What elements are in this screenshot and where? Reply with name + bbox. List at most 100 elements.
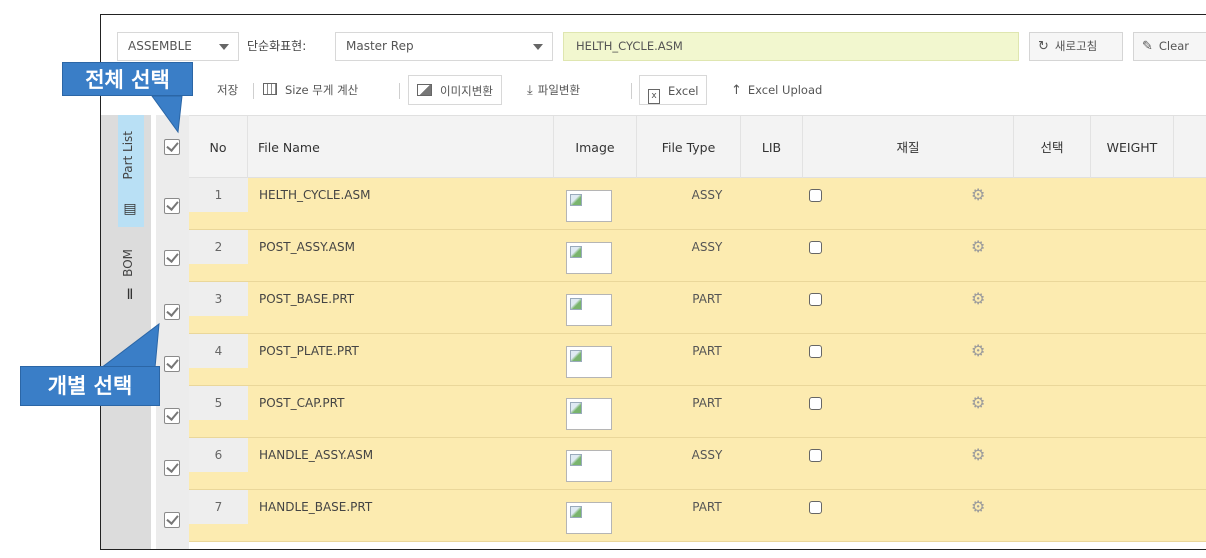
gear-icon[interactable]: ⚙ — [971, 282, 985, 316]
col-image[interactable]: Image — [554, 116, 637, 179]
filter-bar: ASSEMBLE 단순화표현: Master Rep HELTH_CYCLE.A… — [101, 15, 1206, 65]
row-checkbox-3[interactable] — [164, 304, 180, 320]
toolbar-divider — [399, 83, 400, 99]
row-file-name[interactable]: HANDLE_ASSY.ASM — [259, 438, 373, 472]
table-row[interactable]: 5 POST_CAP.PRT PART ⚙ — [189, 386, 1206, 438]
row-checkbox-7[interactable] — [164, 512, 180, 528]
col-file-name[interactable]: File Name — [248, 116, 554, 179]
refresh-icon: ↻ — [1038, 39, 1049, 54]
file-convert-button[interactable]: ⤓ 파일변환 — [527, 75, 580, 105]
grid-header: No File Name Image File Type LIB 재질 선택 W… — [189, 115, 1206, 179]
col-select[interactable]: 선택 — [1014, 116, 1091, 179]
excel-label: Excel — [668, 84, 699, 98]
rep-select[interactable]: Master Rep — [335, 32, 553, 61]
row-number: 7 — [189, 490, 248, 524]
save-label: 저장 — [217, 83, 239, 97]
table-row[interactable]: 7 HANDLE_BASE.PRT PART ⚙ — [189, 490, 1206, 542]
row-file-name[interactable]: HELTH_CYCLE.ASM — [259, 178, 370, 212]
col-model-size[interactable]: MODEL SIZE — [1174, 116, 1206, 179]
toolbar-divider — [631, 83, 632, 99]
toolbar-divider — [253, 83, 254, 99]
size-weight-button[interactable]: Size 무게 계산 — [263, 75, 358, 105]
size-weight-label: Size 무게 계산 — [285, 83, 359, 97]
tab-part-list-label: Part List — [121, 131, 135, 180]
lib-checkbox[interactable] — [809, 293, 822, 306]
image-convert-button[interactable]: 이미지변환 — [408, 75, 502, 105]
list-icon: ▤ — [123, 201, 137, 217]
type-select-value: ASSEMBLE — [128, 39, 192, 53]
gear-icon[interactable]: ⚙ — [971, 334, 985, 368]
table-row[interactable]: 1 HELTH_CYCLE.ASM ASSY ⚙ — [189, 178, 1206, 230]
picture-icon — [417, 84, 432, 96]
lib-checkbox[interactable] — [809, 501, 822, 514]
row-file-type: PART — [692, 500, 722, 514]
row-number: 1 — [189, 178, 248, 212]
download-icon: ⤓ — [527, 83, 533, 98]
callout-select-all: 전체 선택 — [62, 62, 193, 96]
toolbar: 저장 Size 무게 계산 이미지변환 ⤓ 파일변환 x Excel ↑ Excel … — [101, 75, 1206, 111]
row-file-name[interactable]: POST_BASE.PRT — [259, 282, 354, 316]
clear-button[interactable]: ✎ Clear — [1133, 32, 1206, 61]
gear-icon[interactable]: ⚙ — [971, 490, 985, 524]
gear-icon[interactable]: ⚙ — [971, 438, 985, 472]
callout-select-each: 개별 선택 — [20, 366, 160, 406]
row-file-name[interactable]: POST_PLATE.PRT — [259, 334, 359, 368]
arrow-up-icon: ↑ — [731, 83, 742, 98]
gear-icon[interactable]: ⚙ — [971, 386, 985, 420]
row-checkbox-4[interactable] — [164, 356, 180, 372]
row-number: 3 — [189, 282, 248, 316]
col-material[interactable]: 재질 — [803, 116, 1014, 179]
row-file-type: ASSY — [691, 188, 723, 202]
clear-label: Clear — [1158, 39, 1189, 53]
row-file-name[interactable]: HANDLE_BASE.PRT — [259, 490, 372, 524]
lib-checkbox[interactable] — [809, 397, 822, 410]
rep-label: 단순화표현: — [247, 39, 307, 53]
broken-image-icon[interactable] — [566, 502, 612, 534]
table-row[interactable]: 4 POST_PLATE.PRT PART ⚙ — [189, 334, 1206, 386]
row-number: 4 — [189, 334, 248, 368]
lib-checkbox[interactable] — [809, 189, 822, 202]
broken-image-icon[interactable] — [566, 450, 612, 482]
col-weight[interactable]: WEIGHT — [1091, 116, 1174, 179]
refresh-button[interactable]: ↻ 새로고침 — [1029, 32, 1123, 61]
broken-image-icon[interactable] — [566, 346, 612, 378]
save-button[interactable]: 저장 — [217, 75, 238, 105]
table-icon — [263, 83, 277, 95]
chevron-down-icon — [219, 44, 229, 50]
broken-image-icon[interactable] — [566, 398, 612, 430]
excel-button[interactable]: x Excel — [639, 75, 708, 105]
tab-bom[interactable]: BOM Ⅱ — [118, 227, 144, 327]
lib-checkbox[interactable] — [809, 241, 822, 254]
excel-upload-label: Excel Upload — [747, 83, 823, 97]
gear-icon[interactable]: ⚙ — [971, 178, 985, 212]
lib-checkbox[interactable] — [809, 449, 822, 462]
tab-bom-label: BOM — [121, 249, 135, 277]
row-checkbox-6[interactable] — [164, 460, 180, 476]
table-row[interactable]: 2 POST_ASSY.ASM ASSY ⚙ — [189, 230, 1206, 282]
excel-file-icon: x — [648, 89, 660, 104]
lib-checkbox[interactable] — [809, 345, 822, 358]
row-number: 5 — [189, 386, 248, 420]
type-select[interactable]: ASSEMBLE — [117, 32, 239, 61]
row-checkbox-1[interactable] — [164, 198, 180, 214]
gear-icon[interactable]: ⚙ — [971, 230, 985, 264]
table-row[interactable]: 6 HANDLE_ASSY.ASM ASSY ⚙ — [189, 438, 1206, 490]
row-checkbox-5[interactable] — [164, 408, 180, 424]
row-file-name[interactable]: POST_CAP.PRT — [259, 386, 344, 420]
row-checkbox-2[interactable] — [164, 250, 180, 266]
col-file-type[interactable]: File Type — [637, 116, 741, 179]
part-list-grid: No File Name Image File Type LIB 재질 선택 W… — [189, 115, 1206, 549]
table-row[interactable]: 3 POST_BASE.PRT PART ⚙ — [189, 282, 1206, 334]
excel-upload-button[interactable]: ↑ Excel Upload — [731, 75, 822, 105]
row-file-name[interactable]: POST_ASSY.ASM — [259, 230, 355, 264]
row-number: 2 — [189, 230, 248, 264]
broken-image-icon[interactable] — [566, 294, 612, 326]
row-file-type: ASSY — [691, 240, 723, 254]
col-lib[interactable]: LIB — [741, 116, 803, 179]
broken-image-icon[interactable] — [566, 242, 612, 274]
file-name-field[interactable]: HELTH_CYCLE.ASM — [563, 32, 1019, 61]
tab-part-list[interactable]: Part List ▤ — [118, 115, 144, 227]
row-file-type: PART — [692, 292, 722, 306]
broken-image-icon[interactable] — [566, 190, 612, 222]
file-convert-label: 파일변환 — [537, 83, 581, 97]
